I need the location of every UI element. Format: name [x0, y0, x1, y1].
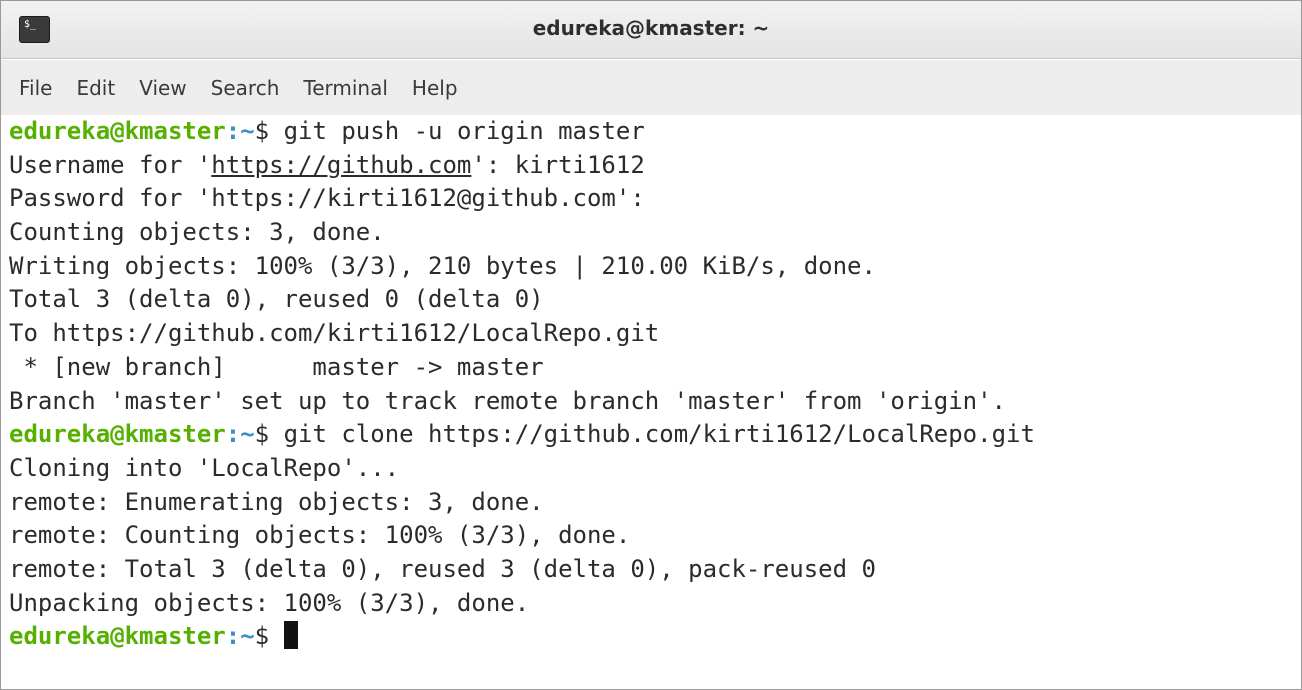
- prompt-path: :~: [225, 622, 255, 651]
- prompt-symbol: $: [254, 420, 284, 449]
- output-text: Username for ': [9, 150, 212, 179]
- prompt-user-host: edureka@kmaster: [9, 117, 226, 145]
- output-line: Branch 'master' set up to track remote b…: [9, 386, 1006, 415]
- title-bar[interactable]: $_ edureka@kmaster: ~: [1, 1, 1301, 59]
- output-line: remote: Enumerating objects: 3, done.: [9, 487, 544, 516]
- prompt-line: edureka@kmaster:~$: [9, 620, 1301, 654]
- menu-search[interactable]: Search: [199, 70, 292, 106]
- prompt-line: edureka@kmaster:~$ git push -u origin ma…: [9, 115, 1301, 149]
- output-line: Total 3 (delta 0), reused 0 (delta 0): [9, 285, 544, 314]
- terminal-window: $_ edureka@kmaster: ~ File Edit View Sea…: [0, 0, 1302, 690]
- prompt-path: :~: [225, 420, 255, 449]
- prompt-user-host: edureka@kmaster: [9, 420, 226, 449]
- output-line: To https://github.com/kirti1612/LocalRep…: [9, 319, 660, 348]
- menu-bar: File Edit View Search Terminal Help: [1, 60, 1301, 115]
- output-line: Password for 'https://kirti1612@github.c…: [9, 184, 645, 213]
- prompt-line: edureka@kmaster:~$ git clone https://git…: [9, 418, 1301, 452]
- menu-edit[interactable]: Edit: [64, 70, 127, 106]
- terminal-output[interactable]: edureka@kmaster:~$ git push -u origin ma…: [1, 115, 1301, 689]
- output-text: ': kirti1612: [471, 150, 645, 179]
- text-cursor: [283, 621, 298, 650]
- output-line: Cloning into 'LocalRepo'...: [9, 453, 400, 482]
- command-text: git push -u origin master: [283, 117, 645, 145]
- output-line: Unpacking objects: 100% (3/3), done.: [9, 588, 530, 617]
- output-line: Username for 'https://github.com': kirti…: [9, 149, 1301, 183]
- output-line: Writing objects: 100% (3/3), 210 bytes |…: [9, 251, 876, 280]
- prompt-symbol: $: [254, 622, 284, 651]
- output-line: Counting objects: 3, done.: [9, 218, 385, 247]
- output-line: * [new branch] master -> master: [9, 352, 544, 381]
- prompt-user-host: edureka@kmaster: [9, 622, 226, 651]
- menu-help[interactable]: Help: [400, 70, 470, 106]
- prompt-path: :~: [225, 117, 255, 145]
- command-text: git clone https://github.com/kirti1612/L…: [283, 420, 1035, 449]
- window-title: edureka@kmaster: ~: [532, 16, 770, 40]
- menu-view[interactable]: View: [127, 70, 198, 106]
- output-line: remote: Total 3 (delta 0), reused 3 (del…: [9, 554, 876, 583]
- prompt-symbol: $: [254, 117, 284, 145]
- output-line: remote: Counting objects: 100% (3/3), do…: [9, 521, 631, 550]
- terminal-link[interactable]: https://github.com: [211, 151, 471, 179]
- menu-file[interactable]: File: [7, 70, 64, 106]
- menu-terminal[interactable]: Terminal: [291, 70, 400, 106]
